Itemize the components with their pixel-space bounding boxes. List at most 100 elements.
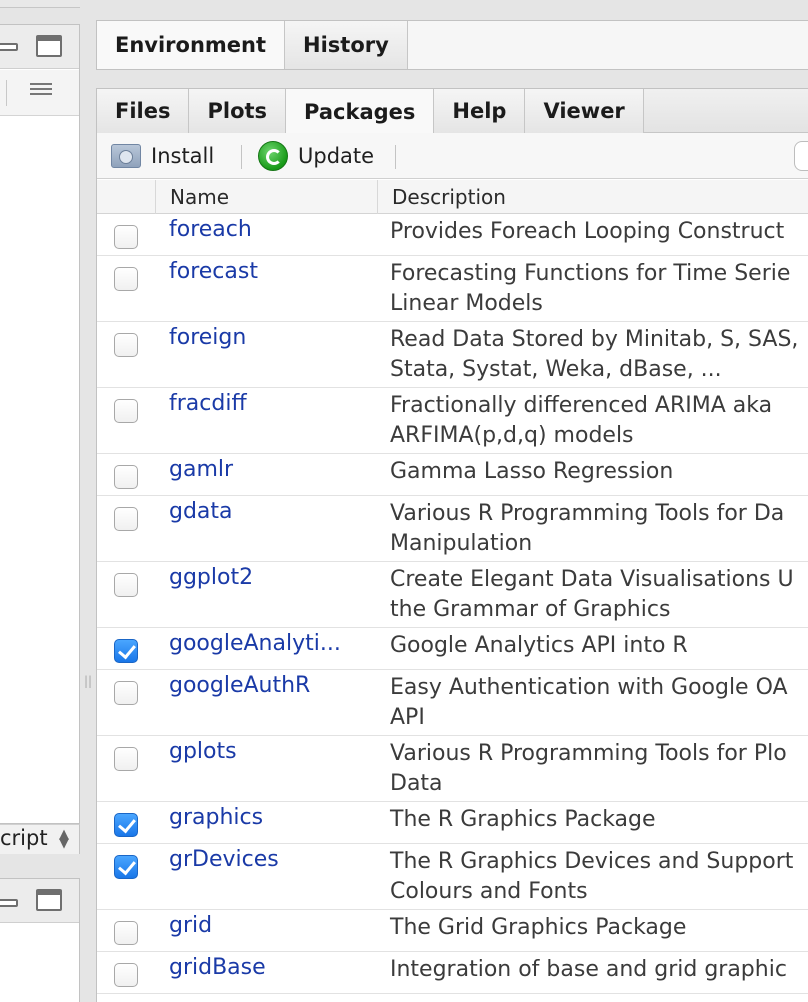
package-description: The R Graphics Package — [390, 805, 656, 835]
toolbar-separator — [6, 80, 7, 106]
package-load-checkbox[interactable] — [114, 855, 138, 879]
table-row: gplots Various R Programming Tools for Pl… — [97, 736, 808, 802]
package-load-checkbox[interactable] — [114, 747, 138, 771]
description-line: Fractionally differenced ARIMA aka — [390, 393, 773, 418]
environment-pane: Environment History — [96, 20, 808, 70]
package-load-checkbox[interactable] — [114, 639, 138, 663]
package-load-checkbox[interactable] — [114, 507, 138, 531]
table-row: gamlr Gamma Lasso Regression — [97, 454, 808, 496]
packages-toolbar: Install Update — [97, 133, 808, 179]
package-name-link[interactable]: ggplot2 — [169, 565, 253, 590]
package-name-link[interactable]: gdata — [169, 499, 233, 524]
package-name-link[interactable]: googleAuthR — [169, 673, 310, 698]
tab-environment[interactable]: Environment — [97, 21, 286, 69]
table-row: grDevices The R Graphics Devices and Supp… — [97, 844, 808, 910]
package-load-checkbox[interactable] — [114, 963, 138, 987]
package-description: The R Graphics Devices and Support Colour… — [390, 847, 793, 907]
package-name-link[interactable]: fracdiff — [169, 391, 247, 416]
description-line: The R Graphics Devices and Support — [390, 849, 794, 874]
package-name-link[interactable]: foreign — [169, 325, 246, 350]
package-load-checkbox[interactable] — [114, 813, 138, 837]
tab-files[interactable]: Files — [97, 89, 190, 133]
description-line: Various R Programming Tools for Plo — [390, 741, 787, 766]
package-description: Read Data Stored by Minitab, S, SAS, Stat… — [390, 325, 798, 385]
left-top-strip — [0, 0, 80, 8]
description-line: Provides Foreach Looping Construct — [390, 219, 785, 244]
table-row: gridBase Integration of base and grid gra… — [97, 952, 808, 994]
description-line: Colours and Fonts — [390, 879, 588, 904]
package-name-link[interactable]: graphics — [169, 805, 263, 830]
package-name-link[interactable]: gamlr — [169, 457, 233, 482]
package-load-checkbox[interactable] — [114, 465, 138, 489]
package-description: Various R Programming Tools for Da Manipu… — [390, 499, 784, 559]
package-description: Various R Programming Tools for Plo Data — [390, 739, 787, 799]
search-input[interactable] — [794, 141, 808, 171]
table-row: forecast Forecasting Functions for Time S… — [97, 256, 808, 322]
package-description: Forecasting Functions for Time Serie Line… — [390, 259, 790, 319]
package-description: Easy Authentication with Google OA API — [390, 673, 788, 733]
console-pane-header — [0, 879, 79, 923]
install-package-icon — [111, 144, 141, 168]
tab-history[interactable]: History — [285, 21, 408, 69]
package-name-link[interactable]: grDevices — [169, 847, 279, 872]
install-label: Install — [151, 144, 215, 168]
table-row: foreach Provides Foreach Looping Construc… — [97, 214, 808, 256]
package-load-checkbox[interactable] — [114, 333, 138, 357]
package-load-checkbox[interactable] — [114, 225, 138, 249]
description-line: Data — [390, 771, 443, 796]
tab-viewer[interactable]: Viewer — [525, 89, 644, 133]
console-pane — [0, 878, 80, 1002]
description-line: Google Analytics API into R — [390, 633, 688, 658]
package-name-link[interactable]: grid — [169, 913, 212, 938]
package-description: Provides Foreach Looping Construct — [390, 217, 784, 247]
table-row: foreign Read Data Stored by Minitab, S, S… — [97, 322, 808, 388]
left-pane: cript ▲ ▼ — [0, 0, 80, 1002]
tab-packages[interactable]: Packages — [286, 89, 435, 134]
tab-plots[interactable]: Plots — [189, 89, 287, 133]
rstudio-window: cript ▲ ▼ || Environment History Files Pl… — [0, 0, 808, 1002]
description-line: Linear Models — [390, 291, 543, 316]
update-label: Update — [298, 144, 375, 168]
package-load-checkbox[interactable] — [114, 267, 138, 291]
update-button[interactable]: Update — [258, 133, 374, 179]
table-row: googleAnalyti... Google Analytics API int… — [97, 628, 808, 670]
table-row: fracdiff Fractionally differenced ARIMA a… — [97, 388, 808, 454]
maximize-icon[interactable] — [36, 889, 62, 911]
description-line: Easy Authentication with Google OA — [390, 675, 788, 700]
tab-help[interactable]: Help — [434, 89, 526, 133]
minimize-icon[interactable] — [0, 43, 18, 51]
package-name-link[interactable]: foreach — [169, 217, 252, 242]
toolbar-separator — [241, 145, 242, 169]
file-type-selector[interactable]: cript ▲ ▼ — [0, 824, 80, 854]
updown-arrows-icon: ▲ ▼ — [59, 827, 69, 851]
package-description: Fractionally differenced ARIMA aka ARFIMA… — [390, 391, 772, 451]
packages-table-header: Name Description — [97, 180, 808, 214]
packages-pane: Files Plots Packages Help Viewer Install… — [96, 88, 808, 1002]
description-line: API — [390, 705, 425, 730]
column-header-name[interactable]: Name — [155, 180, 377, 214]
package-load-checkbox[interactable] — [114, 573, 138, 597]
column-header-description[interactable]: Description — [377, 180, 808, 214]
document-outline-icon[interactable] — [30, 83, 52, 99]
package-load-checkbox[interactable] — [114, 921, 138, 945]
table-row: googleAuthR Easy Authentication with Goog… — [97, 670, 808, 736]
description-line: the Grammar of Graphics — [390, 597, 671, 622]
refresh-update-icon — [258, 141, 288, 171]
package-name-link[interactable]: googleAnalyti... — [169, 631, 341, 656]
environment-tab-row: Environment History — [97, 21, 408, 69]
package-load-checkbox[interactable] — [114, 399, 138, 423]
package-load-checkbox[interactable] — [114, 681, 138, 705]
description-line: The Grid Graphics Package — [390, 915, 687, 940]
minimize-icon[interactable] — [0, 899, 18, 907]
description-line: Various R Programming Tools for Da — [390, 501, 785, 526]
description-line: Gamma Lasso Regression — [390, 459, 674, 484]
pane-splitter-handle[interactable]: || — [84, 674, 92, 688]
package-name-link[interactable]: forecast — [169, 259, 258, 284]
description-line: Read Data Stored by Minitab, S, SAS, — [390, 327, 799, 352]
source-editor-pane — [0, 24, 80, 824]
package-name-link[interactable]: gridBase — [169, 955, 266, 980]
install-button[interactable]: Install — [111, 133, 214, 179]
description-line: ARFIMA(p,d,q) models — [390, 423, 634, 448]
maximize-icon[interactable] — [36, 35, 62, 57]
package-name-link[interactable]: gplots — [169, 739, 237, 764]
